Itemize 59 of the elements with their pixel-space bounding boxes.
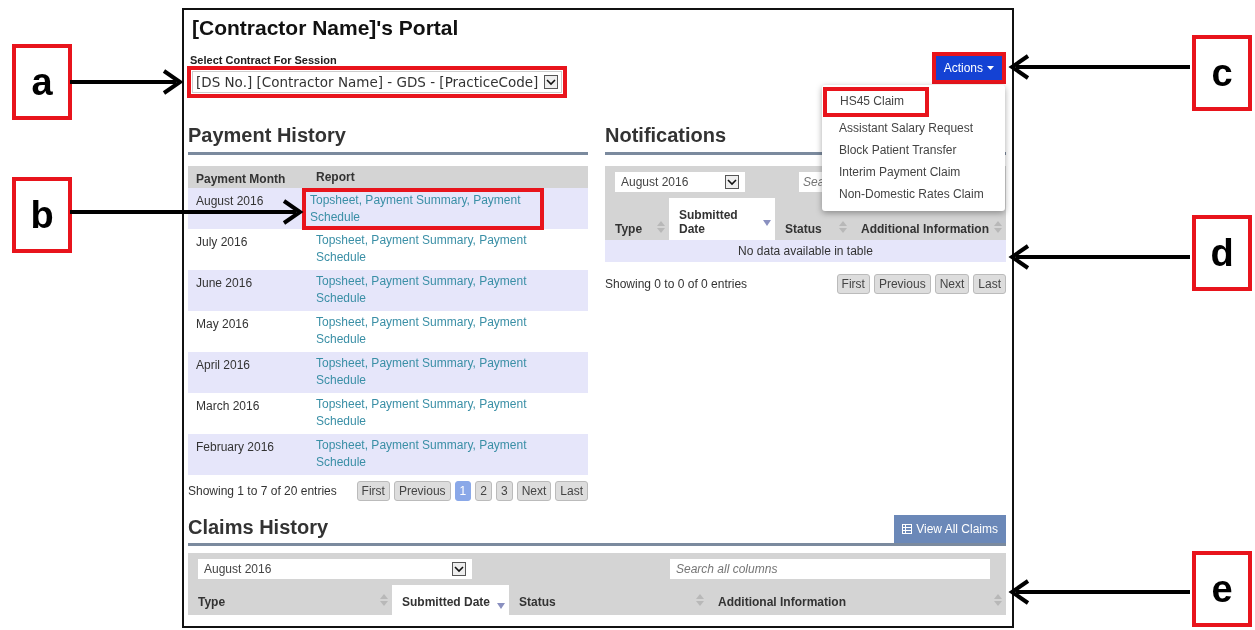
search-field[interactable]: Search all columns — [670, 559, 990, 579]
page-button[interactable]: 3 — [495, 481, 513, 501]
contract-dropdown[interactable]: [DS No.] [Contractor Name] - GDS - [PracticeCode] — [192, 71, 563, 93]
menu-item[interactable]: HS45 Claim — [823, 87, 929, 117]
report-link[interactable]: Topsheet, Payment Summary, Payment Schedule — [316, 396, 541, 430]
column-header[interactable]: Submitted Date — [392, 585, 509, 615]
sort-icon — [657, 221, 665, 233]
section-heading: Claims History — [188, 516, 329, 540]
caret-icon — [987, 66, 994, 70]
empty-table-message: No data available in table — [605, 240, 1006, 262]
field-label: Select Contract For Session — [190, 54, 338, 66]
callout-label: a — [12, 44, 72, 120]
column-header: Report — [316, 170, 356, 184]
section-heading: Payment History — [188, 124, 588, 155]
report-link[interactable]: Topsheet, Payment Summary, Payment Schedule — [316, 232, 541, 266]
callout-label: c — [1192, 35, 1252, 111]
sort-icon — [839, 221, 847, 233]
column-header[interactable]: Type — [188, 594, 392, 615]
page-button[interactable]: Next — [934, 274, 970, 294]
month-dropdown[interactable]: August 2016 — [615, 172, 745, 192]
dropdown-icon — [452, 562, 466, 576]
column-header[interactable]: Status — [775, 221, 851, 240]
sort-icon — [380, 594, 388, 606]
callout-label: b — [12, 177, 72, 253]
entries-info: Showing 0 to 0 of 0 entries — [605, 277, 748, 291]
page-button[interactable]: Next — [516, 481, 552, 501]
actions-button[interactable]: Actions — [935, 56, 1002, 80]
column-header[interactable]: Additional Information — [851, 221, 1006, 240]
page-button[interactable]: Last — [555, 481, 588, 501]
month-cell-text: March 2016 — [195, 398, 261, 413]
view-all-claims-button[interactable]: View All Claims — [894, 515, 1006, 543]
callout-label: d — [1192, 215, 1252, 291]
report-link[interactable]: Topsheet, Payment Summary, Payment Schedule — [316, 314, 541, 348]
month-cell-text: May 2016 — [195, 316, 250, 331]
page-button[interactable]: First — [356, 481, 390, 501]
dropdown-icon — [725, 175, 739, 189]
page-button[interactable]: First — [836, 274, 870, 294]
sort-icon — [696, 594, 704, 606]
month-cell-text: July 2016 — [195, 234, 249, 249]
column-header[interactable]: Additional Information — [708, 594, 1006, 615]
month-dropdown[interactable]: August 2016 — [198, 559, 472, 579]
page-button[interactable]: Previous — [393, 481, 451, 501]
column-header[interactable]: Submitted Date — [669, 198, 775, 240]
entries-info: Showing 1 to 7 of 20 entries — [188, 484, 337, 498]
page-button[interactable]: 2 — [475, 481, 492, 501]
sort-icon — [994, 594, 1002, 606]
page-button[interactable]: Previous — [873, 274, 931, 294]
dropdown-icon — [544, 75, 559, 89]
column-header: Payment Month — [195, 170, 287, 186]
column-header[interactable]: Type — [605, 221, 669, 240]
callout-label: e — [1192, 551, 1252, 627]
month-cell-text: April 2016 — [195, 357, 252, 372]
month-cell-text: June 2016 — [195, 275, 254, 290]
month-cell-text: February 2016 — [195, 439, 276, 454]
page-button[interactable]: Last — [973, 274, 1006, 294]
page-title: [Contractor Name]'s Portal — [192, 16, 460, 40]
column-header[interactable]: Status — [509, 594, 708, 615]
sort-icon — [994, 221, 1002, 233]
table-icon — [902, 524, 913, 534]
